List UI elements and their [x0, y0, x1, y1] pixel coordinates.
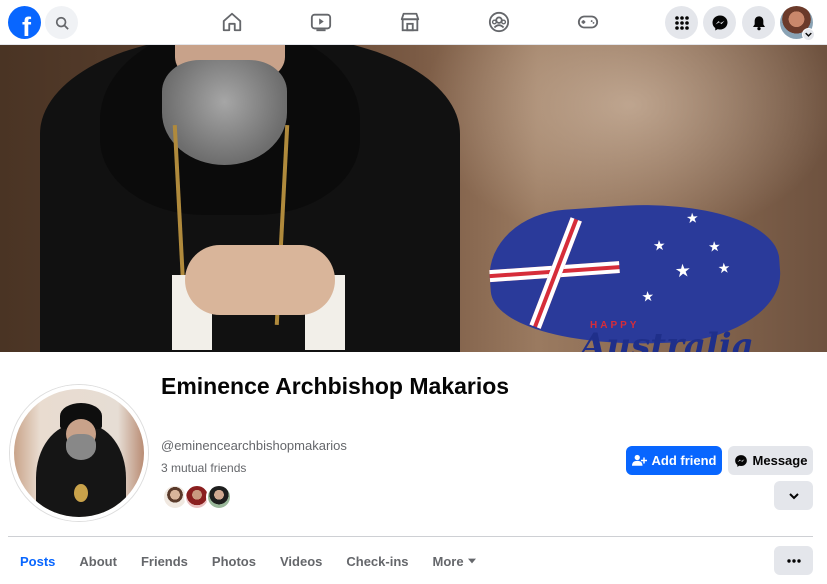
cover-australia-text: Australia	[580, 326, 754, 352]
flag-star: ★	[652, 236, 667, 254]
bell-icon	[752, 15, 765, 30]
marketplace-nav-button[interactable]	[398, 10, 422, 34]
search-icon	[55, 16, 69, 30]
video-icon	[310, 13, 332, 32]
gaming-icon	[577, 15, 599, 29]
cover-beard	[162, 60, 287, 165]
tab-videos[interactable]: Videos	[268, 545, 334, 577]
mutual-friend-avatar[interactable]	[206, 484, 232, 510]
chevron-down-icon	[788, 492, 799, 499]
groups-nav-button[interactable]	[487, 10, 511, 34]
flag-star: ★	[717, 259, 731, 277]
flag-star: ★	[640, 287, 655, 305]
messenger-icon	[734, 454, 747, 467]
account-avatar[interactable]	[780, 6, 815, 41]
messenger-button[interactable]	[703, 6, 736, 39]
tab-check-ins[interactable]: Check-ins	[334, 545, 420, 577]
add-friend-button[interactable]: Add friend	[626, 446, 722, 475]
ellipsis-icon	[786, 558, 801, 563]
flag-star: ★	[707, 237, 722, 255]
profile-medal	[74, 484, 88, 502]
profile-beard	[66, 434, 96, 460]
marketplace-icon	[400, 12, 420, 32]
caret-down-icon	[467, 558, 476, 564]
profile-options-dropdown-button[interactable]	[774, 481, 813, 510]
cover-hands	[185, 245, 335, 315]
flag-star: ★	[674, 260, 692, 282]
tab-photos[interactable]: Photos	[200, 545, 268, 577]
groups-icon	[488, 11, 510, 33]
menu-grid-icon	[674, 15, 689, 30]
gaming-nav-button[interactable]	[576, 10, 600, 34]
top-navigation-bar: f	[0, 0, 827, 45]
cover-photo[interactable]: ★ ★ ★ ★ ★ ★ HAPPY Australia	[0, 45, 827, 352]
tab-posts[interactable]: Posts	[8, 545, 67, 577]
message-button[interactable]: Message	[728, 446, 813, 475]
add-person-icon	[631, 454, 647, 466]
section-divider	[8, 536, 813, 537]
home-icon	[222, 12, 242, 32]
add-friend-label: Add friend	[651, 453, 717, 468]
more-options-button[interactable]	[774, 546, 813, 575]
menu-button[interactable]	[665, 6, 698, 39]
chevron-down-icon	[802, 28, 815, 41]
home-nav-button[interactable]	[220, 10, 244, 34]
video-nav-button[interactable]	[309, 10, 333, 34]
profile-handle: @eminencearchbishopmakarios	[161, 438, 347, 453]
tab-more[interactable]: More	[421, 545, 488, 577]
tab-more-label: More	[432, 553, 464, 569]
messenger-icon	[712, 15, 727, 30]
profile-name: Eminence Archbishop Makarios	[161, 373, 510, 399]
tab-friends[interactable]: Friends	[129, 545, 200, 577]
facebook-logo[interactable]: f	[8, 6, 41, 39]
message-label: Message	[752, 453, 808, 468]
mutual-friends-count[interactable]: 3 mutual friends	[161, 461, 246, 475]
notifications-button[interactable]	[742, 6, 775, 39]
facebook-logo-letter: f	[22, 12, 31, 39]
profile-tabs: Posts About Friends Photos Videos Check-…	[8, 545, 488, 577]
flag-star: ★	[685, 209, 700, 227]
profile-picture[interactable]	[10, 385, 148, 521]
tab-about[interactable]: About	[67, 545, 129, 577]
search-button[interactable]	[45, 6, 78, 39]
